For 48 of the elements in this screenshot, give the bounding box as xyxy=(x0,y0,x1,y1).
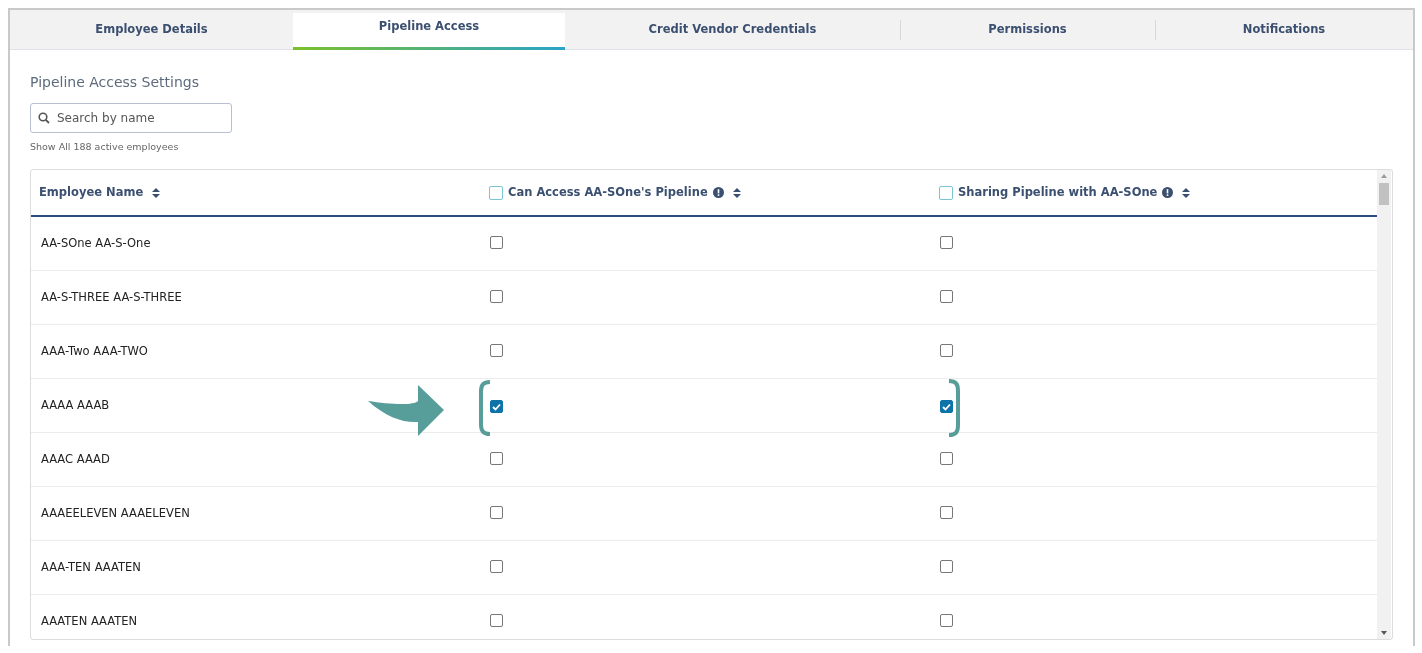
checkbox[interactable] xyxy=(490,559,503,573)
checkbox[interactable] xyxy=(940,613,953,627)
checkbox[interactable] xyxy=(940,289,953,303)
tab[interactable]: Employee Details xyxy=(10,10,293,49)
checkbox[interactable] xyxy=(940,400,953,413)
checkbox[interactable] xyxy=(490,400,503,413)
checkbox[interactable] xyxy=(940,343,953,357)
column-header[interactable]: Employee Name xyxy=(39,183,144,202)
table-cell-text: AA-SOne AA-S-One xyxy=(40,234,152,252)
checkbox[interactable] xyxy=(489,185,503,200)
search-field[interactable]: Search by name xyxy=(30,103,232,133)
checkbox[interactable] xyxy=(490,343,503,357)
info-icon[interactable] xyxy=(712,187,724,198)
checkbox[interactable] xyxy=(940,559,953,573)
tab[interactable]: Pipeline Access xyxy=(293,13,565,50)
table-cell-text: AAAA AAAB xyxy=(40,396,111,414)
table-cell-text: AAA-Two AAA-TWO xyxy=(40,342,149,360)
tab[interactable]: Permissions xyxy=(900,10,1155,49)
show-all-link[interactable]: Show All 188 active employees xyxy=(30,140,179,155)
tab[interactable]: Notifications xyxy=(1155,10,1413,49)
checkbox[interactable] xyxy=(940,235,953,249)
sort-icon[interactable] xyxy=(152,187,161,198)
table-cell-text: AAA-TEN AAATEN xyxy=(40,558,142,576)
bracket xyxy=(948,379,961,437)
tab[interactable]: Credit Vendor Credentials xyxy=(565,10,900,49)
scroll-up-icon[interactable] xyxy=(1381,174,1387,178)
scrollbar[interactable] xyxy=(1377,170,1391,639)
checkbox[interactable] xyxy=(940,451,953,465)
bracket xyxy=(478,380,491,436)
table-cell-text: AA-S-THREE AA-S-THREE xyxy=(40,288,183,306)
scroll-thumb[interactable] xyxy=(1379,183,1389,205)
table-cell-text: AAAEELEVEN AAAELEVEN xyxy=(40,504,191,522)
sort-icon[interactable] xyxy=(1182,187,1191,198)
checkbox[interactable] xyxy=(940,505,953,519)
checkbox[interactable] xyxy=(490,451,503,465)
checkbox[interactable] xyxy=(939,185,953,200)
table-cell-text: AAAC AAAD xyxy=(40,450,111,468)
column-header[interactable]: Sharing Pipeline with AA-SOne xyxy=(958,183,1158,202)
sort-icon[interactable] xyxy=(732,187,741,198)
checkbox[interactable] xyxy=(490,505,503,519)
checkbox[interactable] xyxy=(490,235,503,249)
checkbox[interactable] xyxy=(490,289,503,303)
checkbox[interactable] xyxy=(490,613,503,627)
column-header[interactable]: Can Access AA-SOne's Pipeline xyxy=(508,183,708,202)
table-cell-text: AAATEN AAATEN xyxy=(40,612,139,630)
scroll-down-icon[interactable] xyxy=(1381,631,1387,635)
info-icon[interactable] xyxy=(1162,187,1174,198)
section-title: Pipeline Access Settings xyxy=(30,73,201,92)
